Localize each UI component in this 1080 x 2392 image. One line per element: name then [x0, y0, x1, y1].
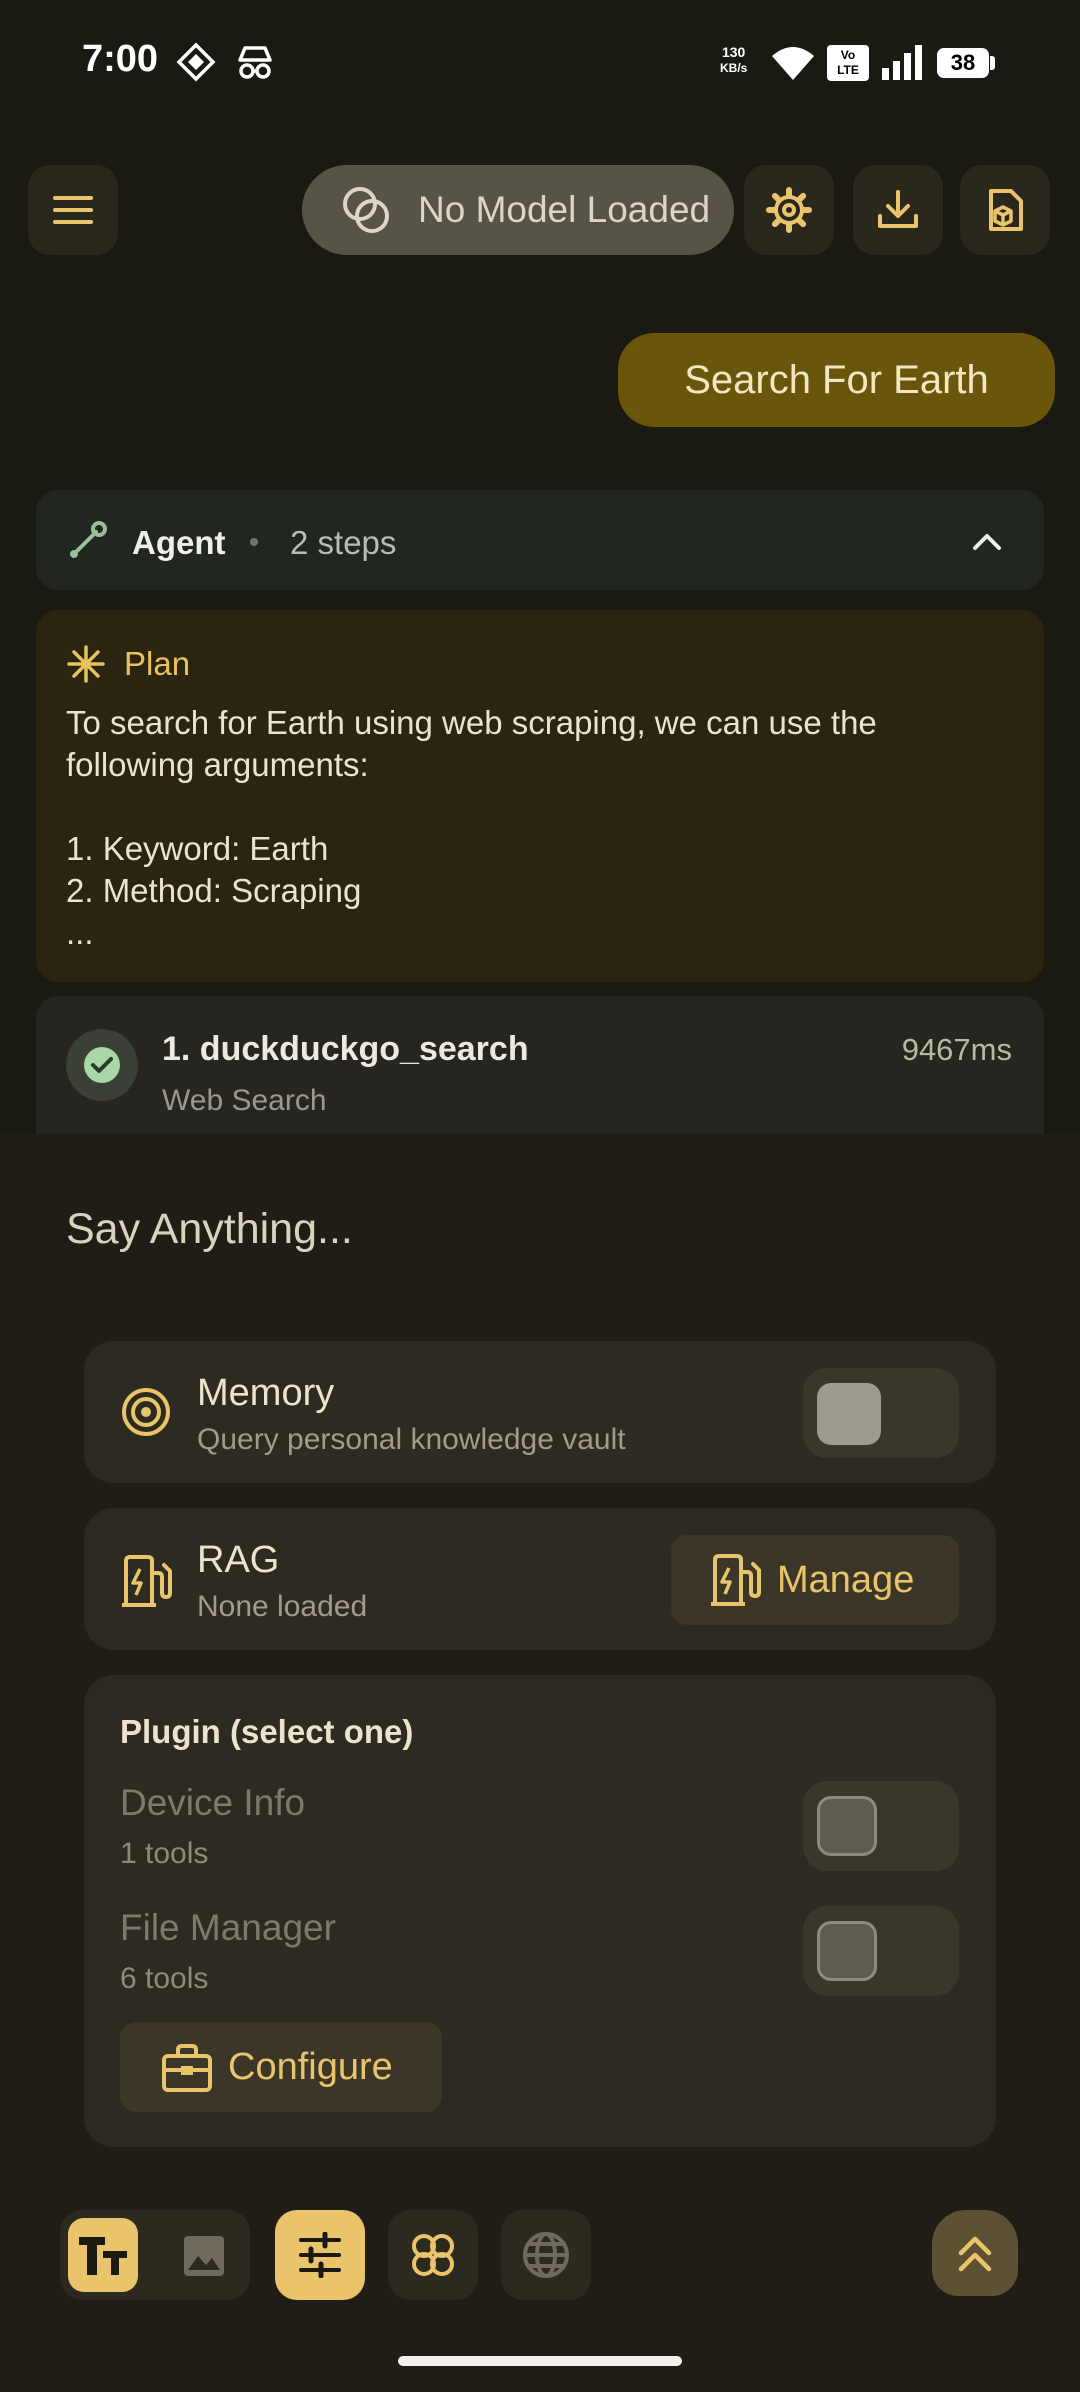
expand-up-icon	[958, 2236, 992, 2272]
menu-button[interactable]	[28, 165, 118, 255]
network-speed: 130 KB/s	[720, 44, 748, 75]
plugin-heading: Plugin (select one)	[120, 1713, 414, 1750]
signal-icon	[880, 44, 924, 80]
memory-toggle[interactable]	[803, 1368, 959, 1458]
location-diamond-icon	[176, 42, 216, 82]
model-label: No Model Loaded	[418, 189, 711, 230]
settings-button[interactable]	[744, 165, 834, 255]
options-button[interactable]	[275, 2210, 365, 2300]
toolbox-icon	[162, 2044, 212, 2092]
check-circle-icon	[84, 1047, 120, 1083]
status-time: 7:00	[82, 38, 159, 80]
expand-button[interactable]	[932, 2210, 1018, 2296]
package-icon	[989, 189, 1023, 231]
text-mode-icon	[79, 2237, 127, 2275]
plugin-device-info-toggle[interactable]	[803, 1781, 959, 1871]
model-selector[interactable]: No Model Loaded	[302, 165, 734, 255]
collapse-chevron-up-icon[interactable]	[970, 526, 1004, 556]
incognito-icon	[234, 42, 276, 82]
fuel-charger-icon	[711, 1554, 761, 1606]
tool-step-subtitle: Web Search	[162, 1084, 327, 1117]
fuel-charger-icon	[120, 1553, 174, 1609]
plugin-file-manager-name: File Manager	[120, 1907, 336, 1948]
message-input[interactable]: Say Anything...	[66, 1205, 353, 1254]
agent-tool-icon	[66, 520, 108, 562]
plugin-configure-button[interactable]: Configure	[120, 2022, 442, 2112]
home-indicator[interactable]	[398, 2356, 682, 2366]
separator-dot	[250, 538, 258, 546]
battery-cap	[990, 56, 995, 70]
quatrefoil-icon	[412, 2234, 454, 2276]
user-message-text: Search For Earth	[684, 357, 989, 402]
agent-title: Agent	[132, 524, 226, 561]
rag-manage-button[interactable]: Manage	[671, 1535, 959, 1625]
plugin-device-info-tools: 1 tools	[120, 1837, 209, 1870]
plugin-device-info-name: Device Info	[120, 1782, 306, 1823]
rag-title: RAG	[197, 1539, 280, 1581]
tool-step-duration: 9467ms	[901, 1032, 1012, 1067]
configure-label: Configure	[228, 2045, 393, 2088]
quatrefoil-button[interactable]	[388, 2210, 478, 2300]
package-button[interactable]	[960, 165, 1050, 255]
globe-icon	[523, 2232, 569, 2278]
user-message-bubble: Search For Earth	[618, 333, 1055, 427]
battery-indicator: 38	[937, 48, 989, 78]
step-status	[66, 1029, 138, 1101]
rag-subtitle: None loaded	[197, 1590, 368, 1623]
tool-step-title: 1. duckduckgo_search	[162, 1030, 529, 1068]
status-bar: 7:00 130 KB/s Vo LTE 38	[0, 0, 1080, 125]
target-icon	[120, 1386, 172, 1438]
plugin-file-manager-toggle[interactable]	[803, 1906, 959, 1996]
plan-title: Plan	[124, 645, 191, 682]
web-search-button[interactable]	[501, 2210, 591, 2300]
download-button[interactable]	[853, 165, 943, 255]
image-icon	[184, 2236, 224, 2276]
memory-subtitle: Query personal knowledge vault	[197, 1423, 626, 1456]
download-icon	[878, 190, 918, 228]
image-mode-button[interactable]	[168, 2222, 240, 2290]
settings-icon	[766, 187, 812, 233]
memory-title: Memory	[197, 1372, 335, 1414]
volte-badge: Vo LTE	[827, 45, 869, 81]
sliders-icon	[299, 2232, 341, 2278]
text-mode-button[interactable]	[68, 2218, 138, 2292]
plan-text: To search for Earth using web scraping, …	[66, 704, 877, 951]
agent-step-count: 2 steps	[290, 524, 397, 561]
sparkle-icon	[66, 644, 106, 684]
manage-label: Manage	[777, 1558, 915, 1601]
wifi-icon	[770, 44, 816, 82]
menu-icon	[53, 196, 93, 224]
model-icon	[343, 187, 389, 233]
plugin-file-manager-tools: 6 tools	[120, 1962, 209, 1995]
